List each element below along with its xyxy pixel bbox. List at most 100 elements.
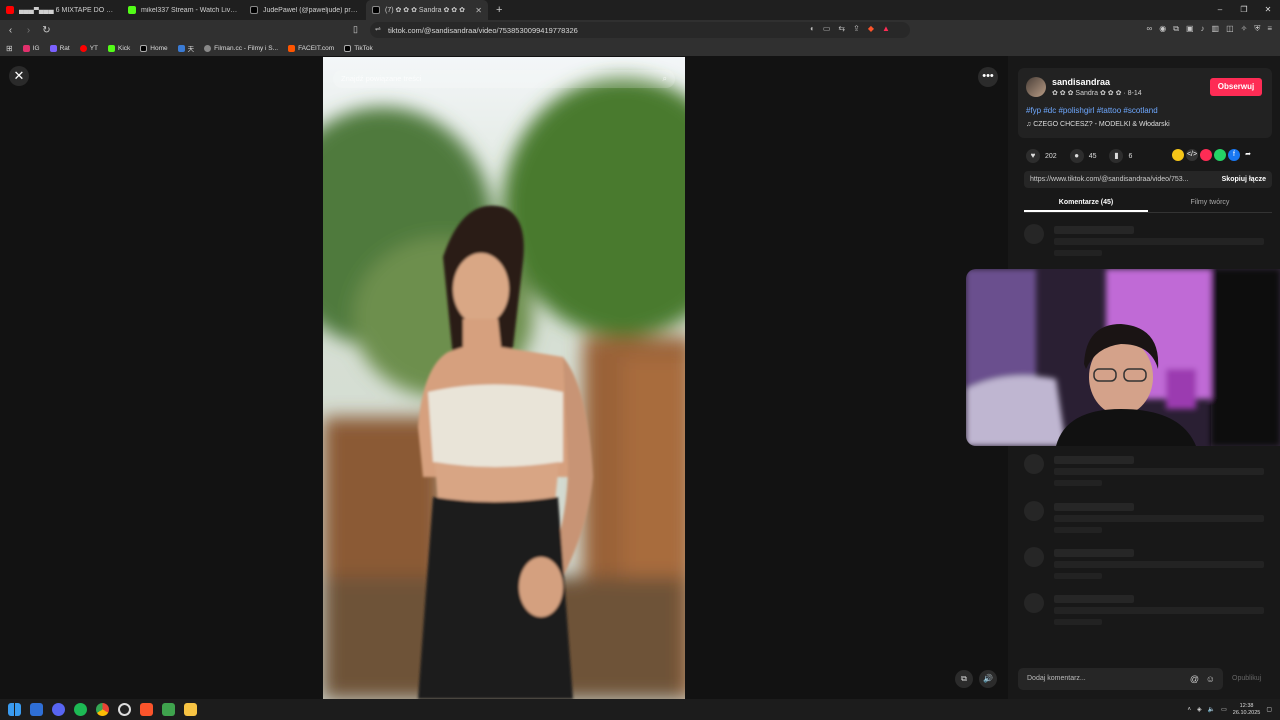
close-window-icon[interactable]: ✕ (1256, 0, 1280, 20)
bookmark-item[interactable]: TikTok (344, 44, 373, 52)
maximize-icon[interactable]: ❐ (1232, 0, 1256, 20)
spotify-icon[interactable] (74, 703, 87, 716)
battery-icon[interactable]: ▭ (1221, 706, 1227, 713)
brave-rewards-icon[interactable]: ▲ (882, 24, 890, 33)
tab-title: ▄▄▄▀▄▄▄ 6 MIXTAPE DO OT! (19, 6, 116, 14)
translate-icon[interactable]: ⇆ (838, 24, 845, 33)
heart-icon[interactable]: ♥ (1026, 149, 1040, 163)
tiktok-icon (372, 6, 380, 14)
facebook-icon[interactable]: f (1228, 149, 1240, 161)
minimize-icon[interactable]: – (1208, 0, 1232, 20)
bookmark-item[interactable]: 天 (177, 43, 194, 53)
comment-skeleton (1024, 501, 1264, 541)
pip-icon[interactable]: ⧉ (955, 670, 973, 688)
music-title[interactable]: ♫ CZEGO CHCESZ? - MODELKI & Włodarski (1026, 121, 1170, 128)
volume-icon[interactable]: 🔊 (979, 670, 997, 688)
vpn-icon[interactable]: ∞ (1147, 24, 1153, 34)
app-icon[interactable] (30, 703, 43, 716)
bookmark-item[interactable]: Rat (49, 44, 70, 52)
tab-creator-videos[interactable]: Filmy twórcy (1148, 194, 1272, 212)
bookmark-item[interactable]: Home (140, 44, 168, 52)
youtube-icon (6, 6, 14, 14)
music-icon[interactable]: ♪ (1201, 24, 1205, 34)
site-info-icon[interactable]: ⇌ (375, 25, 381, 33)
video-player[interactable] (323, 57, 685, 699)
sidebar-icon[interactable]: ▥ (1212, 24, 1220, 34)
close-tab-icon[interactable]: ✕ (475, 6, 482, 15)
leo-icon[interactable]: ✧ (1241, 24, 1248, 34)
reader-icon[interactable]: ▣ (1186, 24, 1194, 34)
video-link: https://www.tiktok.com/@sandisandraa/vid… (1030, 176, 1189, 183)
share-icon[interactable]: ⇪ (853, 24, 860, 33)
embed-icon[interactable]: </> (1186, 149, 1198, 161)
puzzle-icon[interactable]: ⧉ (1173, 24, 1179, 34)
tab-comments[interactable]: Komentarze (45) (1024, 194, 1148, 212)
author-card: sandisandraa ✿ ✿ ✿ Sandra ✿ ✿ ✿ · 8-14 O… (1018, 68, 1272, 138)
bookmark-item[interactable]: FACEIT.com (288, 44, 334, 52)
folder-icon[interactable] (184, 703, 197, 716)
avatar[interactable] (1026, 77, 1046, 97)
shield-icon[interactable]: ⛨ (1254, 24, 1260, 34)
copy-link-button[interactable]: Skopiuj łącze (1222, 171, 1266, 188)
bookmark-item[interactable]: IG (22, 44, 40, 52)
extensions-area: ∞ ◉ ⧉ ▣ ♪ ▥ ◫ ✧ ⛨ ≡ (1147, 24, 1272, 34)
browser-tab[interactable]: ▄▄▄▀▄▄▄ 6 MIXTAPE DO OT! (0, 0, 122, 20)
address-bar-actions: ◐ ▭ ⇆ ⇪ ◆ ▲ (810, 24, 890, 33)
comment-input[interactable]: Dodaj komentarz... @ ☺ (1018, 668, 1223, 690)
related-search-input[interactable]: Znajdź powiązane treści ⌕ (333, 70, 675, 88)
view-icon[interactable]: ◐ (810, 24, 815, 33)
new-tab-button[interactable]: + (488, 4, 510, 16)
discord-icon[interactable] (52, 703, 65, 716)
notification-icon[interactable]: ▢ (1266, 706, 1272, 713)
share-arrow-icon[interactable]: ➦ (1242, 149, 1254, 161)
bookmark-item[interactable]: Kick (108, 44, 130, 52)
video-controls: ⧉ 🔊 (955, 670, 997, 688)
browser-tab-active[interactable]: (7) ✿ ✿ ✿ Sandra ✿ ✿ ✿ ✕ (366, 0, 488, 20)
brave-shields-icon[interactable]: ◆ (868, 24, 874, 33)
tab-title: mikel337 Stream - Watch Live on Ki (141, 6, 238, 14)
network-icon[interactable]: ◈ (1197, 706, 1202, 713)
brave-icon[interactable] (140, 703, 153, 716)
video-link-field[interactable]: https://www.tiktok.com/@sandisandraa/vid… (1024, 171, 1272, 188)
cast-icon[interactable]: ▭ (823, 24, 831, 33)
forward-icon[interactable]: › (21, 25, 36, 36)
comment-icon[interactable]: ● (1069, 149, 1084, 163)
bookmark-icon[interactable]: ▯ (353, 24, 358, 35)
follow-button[interactable]: Obserwuj (1210, 78, 1262, 96)
more-options-button[interactable]: ••• (978, 67, 998, 87)
search-icon[interactable]: ⌕ (663, 70, 667, 88)
browser-tab[interactable]: JudePawel (@paweljude) prowad (244, 0, 366, 20)
clock-time: 12:38 (1239, 702, 1254, 709)
chrome-icon[interactable] (96, 703, 109, 716)
browser-tab[interactable]: mikel337 Stream - Watch Live on Ki (122, 0, 244, 20)
chevron-up-icon[interactable]: ˄ (1188, 707, 1192, 713)
bookmark-item[interactable]: Filman.cc - Filmy i S... (204, 44, 278, 52)
whatsapp-icon[interactable] (1214, 149, 1226, 161)
reload-icon[interactable]: ↻ (39, 25, 54, 36)
search-placeholder: Znajdź powiązane treści (341, 74, 422, 83)
extension-icon[interactable]: ◉ (1159, 24, 1166, 34)
wallet-icon[interactable]: ◫ (1226, 24, 1234, 34)
bookmark-item[interactable]: YT (79, 44, 98, 52)
back-icon[interactable]: ‹ (3, 25, 18, 36)
emoji-icon[interactable]: ☺ (1206, 668, 1215, 690)
app-icon[interactable] (162, 703, 175, 716)
author-username[interactable]: sandisandraa (1052, 77, 1110, 87)
apps-icon[interactable]: ⊞ (6, 44, 13, 53)
obs-icon[interactable] (118, 703, 131, 716)
hashtags[interactable]: #fyp #dc #polishgirl #tattoo #scotland (1026, 106, 1158, 115)
menu-icon[interactable]: ≡ (1267, 24, 1272, 34)
windows-start-icon[interactable] (8, 703, 21, 716)
mention-icon[interactable]: @ (1190, 668, 1199, 690)
save-count: 6 (1128, 152, 1133, 160)
author-display-name: ✿ ✿ ✿ Sandra ✿ ✿ ✿ · 8-14 (1052, 90, 1142, 97)
comment-skeleton (1024, 547, 1264, 587)
volume-icon[interactable]: 🔈 (1208, 706, 1215, 713)
close-video-button[interactable]: ✕ (9, 66, 29, 86)
friends-share-icon[interactable] (1200, 149, 1212, 161)
clock[interactable]: 12:38 26.10.2025 (1233, 703, 1261, 717)
share-icons: </> f ➦ (1172, 149, 1254, 161)
emoji-share-icon[interactable] (1172, 149, 1184, 161)
publish-button[interactable]: Opublikuj (1232, 675, 1261, 682)
bookmark-icon[interactable]: ▮ (1109, 149, 1124, 163)
